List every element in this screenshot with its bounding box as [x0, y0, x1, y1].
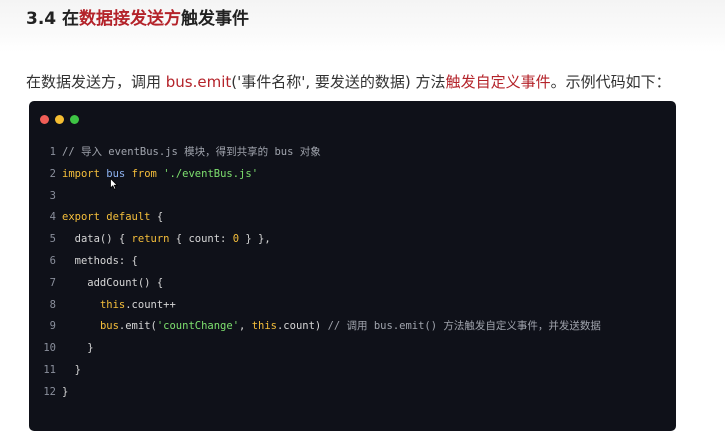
code-text: methods: {: [62, 251, 138, 273]
line-number: 7: [49, 276, 56, 289]
code-token: data() {: [62, 233, 132, 246]
heading-highlight: 数据接发送方: [79, 9, 182, 29]
code-text: }: [62, 338, 94, 360]
para-accent: 触发自定义事件: [445, 73, 551, 91]
code-line: 2 import bus from './eventBus.js': [29, 164, 676, 186]
code-token: export default: [62, 211, 151, 224]
code-line: 1 // 导入 eventBus.js 模块，得到共享的 bus 对象: [29, 142, 676, 164]
code-token: {: [150, 211, 164, 224]
para-part1: 在数据发送方，调用: [26, 73, 166, 91]
code-line: 3: [29, 186, 676, 208]
code-token: import: [62, 167, 100, 180]
line-number: 8: [49, 298, 56, 311]
mouse-cursor-icon: [110, 178, 118, 190]
section-heading: 3.4 在数据接发送方触发事件: [26, 8, 249, 30]
line-number: 3: [49, 189, 56, 202]
description-paragraph: 在数据发送方，调用 bus.emit('事件名称', 要发送的数据) 方法触发自…: [26, 71, 671, 93]
code-token: this: [99, 298, 126, 311]
line-number: 5: [49, 233, 56, 246]
close-dot-icon: [40, 115, 49, 124]
code-block: 1 // 导入 eventBus.js 模块，得到共享的 bus 对象 2 impor…: [29, 101, 676, 431]
code-text: this.count++: [62, 295, 176, 317]
para-part3: 。示例代码如下：: [550, 73, 671, 91]
code-token: return: [131, 233, 170, 246]
code-line: 10 }: [29, 338, 676, 360]
code-text: export default {: [62, 207, 163, 229]
line-number: 2: [49, 167, 56, 180]
code-text: import bus from './eventBus.js': [62, 164, 258, 186]
code-text: }: [62, 382, 68, 404]
code-token: }: [62, 342, 94, 355]
code-token: ,: [239, 320, 252, 333]
code-token: } },: [239, 233, 271, 246]
code-line: 9 bus.emit('countChange', this.count) //…: [29, 316, 676, 338]
code-line: 8 this.count++: [29, 295, 676, 317]
code-lines: 1 // 导入 eventBus.js 模块，得到共享的 bus 对象 2 impor…: [29, 142, 676, 404]
code-token: .emit(: [118, 320, 157, 333]
code-token: bus: [99, 320, 119, 333]
code-text: data() { return { count: 0 } },: [62, 229, 271, 251]
line-number: 12: [43, 385, 56, 398]
code-token: { count:: [169, 233, 233, 246]
heading-suffix: 触发事件: [181, 9, 250, 29]
code-token: .count++: [125, 298, 176, 311]
code-text: // 导入 eventBus.js 模块，得到共享的 bus 对象: [62, 142, 321, 164]
line-number: 6: [49, 254, 56, 267]
code-token: }: [62, 363, 81, 376]
code-text: bus.emit('countChange', this.count) // 调…: [62, 316, 601, 338]
line-number: 1: [49, 146, 56, 158]
heading-prefix: 3.4 在: [26, 9, 80, 29]
para-emit-code: bus.emit: [165, 73, 232, 91]
line-number: 11: [43, 363, 56, 376]
para-part2: ('事件名称', 要发送的数据) 方法: [231, 73, 446, 91]
window-controls: [40, 115, 79, 124]
code-token: from: [131, 167, 157, 180]
code-token: .count): [276, 320, 328, 333]
code-token: this: [251, 320, 277, 333]
code-line: 7 addCount() {: [29, 273, 676, 295]
line-number: 9: [49, 320, 56, 333]
code-token: methods: {: [62, 254, 138, 267]
code-token: // 导入 eventBus.js 模块，得到共享的 bus 对象: [62, 146, 321, 158]
code-token: 'countChange': [156, 320, 240, 333]
line-number: 4: [49, 211, 56, 224]
code-token: // 调用 bus.emit() 方法触发自定义事件，并发送数据: [327, 320, 601, 333]
code-text: }: [62, 360, 81, 382]
code-line: 12}: [29, 382, 676, 404]
maximize-dot-icon: [70, 115, 79, 124]
code-token: }: [62, 385, 69, 398]
code-token: './eventBus.js': [163, 167, 259, 180]
code-line: 5 data() { return { count: 0 } },: [29, 229, 676, 251]
code-line: 4 export default {: [29, 207, 676, 229]
line-number: 10: [43, 342, 56, 355]
minimize-dot-icon: [55, 115, 64, 124]
code-token: addCount() {: [62, 276, 164, 289]
code-line: 6 methods: {: [29, 251, 676, 273]
code-text: addCount() {: [62, 273, 163, 295]
code-line: 11 }: [29, 360, 676, 382]
